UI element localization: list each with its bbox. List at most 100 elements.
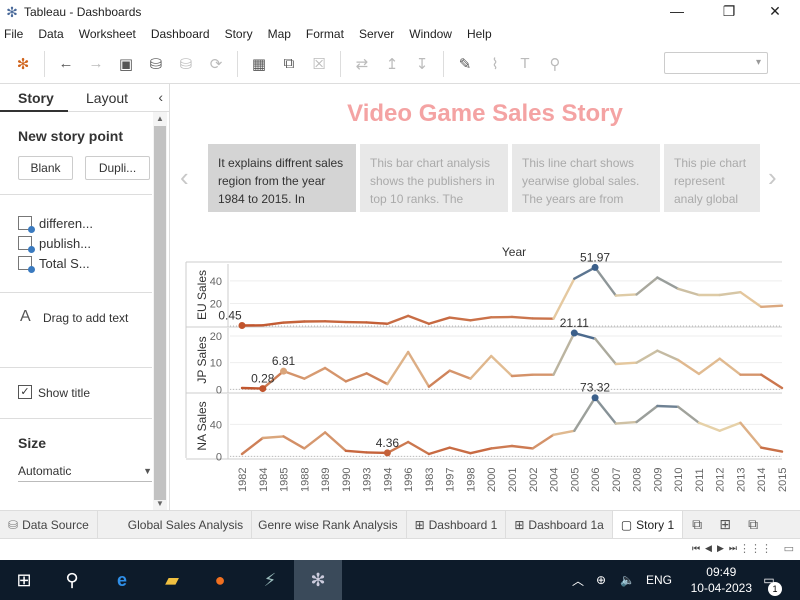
menu-window[interactable]: Window (409, 27, 452, 41)
search-icon[interactable]: ⚲ (48, 560, 96, 600)
undo-icon[interactable]: ← (53, 51, 79, 77)
tab-dashboard-1[interactable]: ⊞ Dashboard 1 (407, 510, 507, 539)
text-object-icon[interactable]: A (20, 308, 31, 326)
data-label: 0.45 (218, 308, 242, 322)
new-dashboard-icon[interactable]: ⊞ (711, 516, 739, 533)
sheet-sorter-icon[interactable]: ⋮⋮⋮ (739, 542, 772, 555)
highlight-icon[interactable]: ✎ (452, 51, 478, 77)
series-line-segment (676, 358, 701, 376)
menu-story[interactable]: Story (225, 27, 253, 41)
tab-story-1[interactable]: ▢ Story 1 (612, 510, 684, 539)
menu-worksheet[interactable]: Worksheet (79, 27, 136, 41)
story-point-1[interactable]: It explains diffrent sales region from t… (208, 144, 356, 212)
sheet-item[interactable]: differen... (18, 214, 93, 233)
tab-data-source[interactable]: ⛁ Data Source (0, 510, 98, 539)
new-data-source-icon[interactable]: ⛁ (143, 51, 169, 77)
show-title-label: Show title (38, 386, 91, 400)
view-size-dropdown[interactable]: ▾ (664, 52, 768, 74)
duplicate-button[interactable]: Dupli... (85, 156, 150, 180)
tableau-home-icon[interactable]: ✻ (10, 51, 36, 77)
menu-dashboard[interactable]: Dashboard (151, 27, 210, 41)
refresh-icon[interactable]: ⟳ (203, 51, 229, 77)
minimize-button[interactable]: — (654, 0, 700, 24)
clear-sheet-icon[interactable]: ☒ (306, 51, 332, 77)
network-icon[interactable]: ⊕ (596, 560, 606, 600)
sheet-item[interactable]: publish... (18, 234, 91, 253)
scroll-up-icon[interactable]: ▲ (153, 114, 167, 123)
toolbar-divider (340, 50, 341, 77)
story-point-4[interactable]: This pie chart represent analy global sa… (664, 144, 760, 212)
size-dropdown[interactable]: Automatic ▼ (18, 462, 152, 482)
tableau-logo-icon: ✻ (6, 4, 18, 20)
series-line-segment (718, 290, 742, 297)
maximize-button[interactable]: ❐ (706, 0, 752, 24)
series-line-segment (448, 446, 472, 455)
menu-help[interactable]: Help (467, 27, 492, 41)
series-line-segment (552, 429, 576, 437)
file-explorer-icon[interactable]: ▰ (148, 560, 196, 600)
collapse-panel-icon[interactable]: ‹ (158, 89, 163, 105)
series-line-segment (490, 354, 514, 378)
menu-server[interactable]: Server (359, 27, 394, 41)
data-label: 21.11 (560, 316, 589, 330)
network-tool-icon[interactable]: ⚡ (246, 560, 294, 600)
language-indicator[interactable]: ENG (646, 560, 672, 600)
tab-global-sales-analysis[interactable]: Global Sales Analysis (98, 510, 253, 539)
y-axis-title: EU Sales (195, 270, 209, 320)
menu-format[interactable]: Format (306, 27, 344, 41)
series-line-segment (760, 446, 784, 453)
windows-taskbar: ⊞ ⚲ e ▰ ● ⚡ ✻ ︿ ⊕ 🔈 ENG 09:49 10-04-2023… (0, 560, 800, 600)
tab-dashboard-1a[interactable]: ⊞ Dashboard 1a (506, 510, 613, 539)
group-icon[interactable]: ⌇ (482, 51, 508, 77)
tab-label: Dashboard 1 (428, 517, 498, 532)
sheet-item[interactable]: Total S... (18, 254, 90, 273)
menu-data[interactable]: Data (38, 27, 63, 41)
pin-icon[interactable]: ⚲ (542, 51, 568, 77)
menu-map[interactable]: Map (268, 27, 291, 41)
previous-story-point-icon[interactable]: ‹ (180, 162, 189, 193)
redo-icon[interactable]: → (83, 51, 109, 77)
firefox-icon[interactable]: ● (196, 560, 244, 600)
new-worksheet-icon[interactable]: ⧉ (683, 516, 711, 533)
swap-icon[interactable]: ⇄ (349, 51, 375, 77)
tab-genre-rank-analysis[interactable]: Genre wise Rank Analysis (252, 510, 407, 539)
scroll-thumb[interactable] (154, 126, 166, 500)
story-point-3[interactable]: This line chart shows yearwise global sa… (512, 144, 660, 212)
save-icon[interactable]: ▣ (113, 51, 139, 77)
dashboard-icon: ⊞ (514, 517, 525, 532)
data-label: 6.81 (272, 354, 296, 368)
sort-descending-icon[interactable]: ↧ (409, 51, 435, 77)
volume-icon[interactable]: 🔈 (620, 560, 635, 600)
data-point-marker (591, 394, 599, 402)
new-story-icon[interactable]: ⧉ (739, 516, 767, 533)
sheet-navigation[interactable]: ⏮◀▶⏭ (692, 543, 742, 554)
series-line-segment (573, 396, 597, 433)
labels-icon[interactable]: T (512, 51, 538, 77)
menu-file[interactable]: File (4, 27, 23, 41)
show-title-checkbox[interactable]: ✓ (18, 385, 32, 399)
sort-ascending-icon[interactable]: ↥ (379, 51, 405, 77)
filmstrip-icon[interactable]: ▭ (784, 542, 794, 555)
windows-start-icon[interactable]: ⊞ (0, 560, 48, 600)
tab-layout[interactable]: Layout (68, 84, 148, 112)
next-story-point-icon[interactable]: › (768, 162, 777, 193)
x-tick-label: 2013 (735, 468, 747, 492)
series-line-segment (635, 276, 659, 296)
close-button[interactable]: ✕ (752, 0, 798, 24)
series-line-segment (365, 372, 389, 386)
panel-scrollbar[interactable]: ▲ ▼ (153, 112, 167, 510)
scroll-down-icon[interactable]: ▼ (153, 499, 167, 508)
x-tick-label: 1990 (341, 468, 353, 492)
tab-story[interactable]: Story (0, 84, 68, 112)
duplicate-sheet-icon[interactable]: ⧉ (276, 51, 302, 77)
clock[interactable]: 09:49 10-04-2023 (691, 564, 752, 596)
blank-button[interactable]: Blank (18, 156, 73, 180)
story-point-2[interactable]: This bar chart analysis shows the publis… (360, 144, 508, 212)
drag-text-label: Drag to add text (43, 311, 129, 325)
tableau-taskbar-icon[interactable]: ✻ (294, 560, 342, 600)
show-hidden-icons-icon[interactable]: ︿ (572, 560, 584, 600)
series-line-segment (490, 444, 514, 450)
edge-browser-icon[interactable]: e (98, 560, 146, 600)
pause-updates-icon[interactable]: ⛁ (173, 51, 199, 77)
new-worksheet-icon[interactable]: ▦ (246, 51, 272, 77)
